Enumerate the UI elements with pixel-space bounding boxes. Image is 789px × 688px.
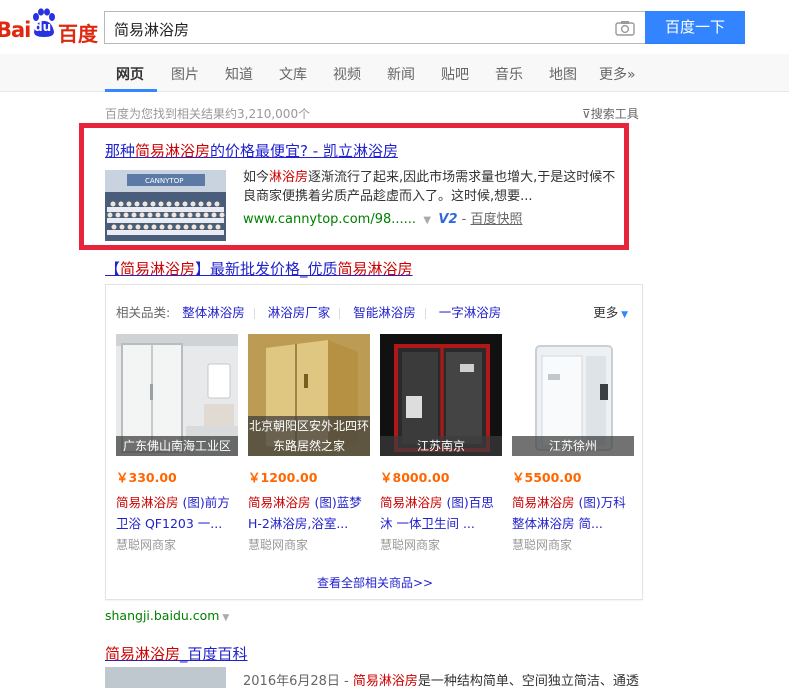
search-tools[interactable]: ⊽搜索工具 <box>582 105 639 122</box>
product-name-keyword: 简易淋浴房 <box>116 495 179 510</box>
product-name[interactable]: 简易淋浴房 (图)蓝梦H-2淋浴房,浴室... <box>248 492 370 534</box>
caret-down-icon: ▼ <box>618 310 628 320</box>
tab-news[interactable]: 新闻 <box>387 64 415 84</box>
tab-web[interactable]: 网页 <box>116 64 144 84</box>
more-label: 更多 <box>593 305 619 320</box>
result3-thumbnail[interactable] <box>105 667 226 688</box>
result2-url-line: shangji.baidu.com ▼ <box>105 608 229 623</box>
filter-icon: ⊽ <box>582 107 591 121</box>
nav-tabs: 网页 图片 知道 文库 视频 新闻 贴吧 音乐 地图 更多» <box>0 54 789 92</box>
tab-map[interactable]: 地图 <box>549 64 577 84</box>
title-text: _百度百科 <box>180 645 248 663</box>
product-shop: 慧聪网商家 <box>512 538 573 552</box>
dropdown-arrow-icon[interactable]: ▼ <box>219 613 229 623</box>
category-row: 相关品类: 整体淋浴房 淋浴房厂家 智能淋浴房 一字淋浴房 <box>116 302 501 321</box>
result1-thumbnail[interactable]: CANNYTOP <box>105 170 226 241</box>
v2-badge-icon[interactable]: V2 <box>438 212 457 227</box>
product-name[interactable]: 简易淋浴房 (图)前方卫浴 QF1203 一... <box>116 492 238 534</box>
product-item[interactable]: 北京朝阳区安外北四环东路居然之家 ￥1200.00 简易淋浴房 (图)蓝梦H-2… <box>248 334 370 553</box>
logo-chars: 百度 <box>58 22 98 46</box>
product-name[interactable]: 简易淋浴房 (图)万科整体淋浴房 简... <box>512 492 634 534</box>
result1-title[interactable]: 那种简易淋浴房的价格最便宜? - 凯立淋浴房 <box>105 140 398 161</box>
search-query[interactable]: 简易淋浴房 <box>114 19 189 40</box>
divider <box>339 308 341 319</box>
divider <box>424 308 426 319</box>
product-image[interactable]: 江苏南京 <box>380 334 502 456</box>
title-text: 】最新批发价格_优质 <box>195 260 338 278</box>
result-count: 百度为您找到相关结果约3,210,000个 <box>105 107 311 121</box>
title-text: 【 <box>105 260 121 278</box>
product-price: ￥5500.00 <box>512 470 582 485</box>
result1-url[interactable]: www.cannytop.com/98...... <box>243 212 416 227</box>
divider <box>253 308 255 319</box>
logo-du: du <box>34 20 52 34</box>
result3-date: 2016年6月28日 - <box>243 674 353 688</box>
tab-tieba[interactable]: 贴吧 <box>441 64 469 84</box>
result2-title[interactable]: 【简易淋浴房】最新批发价格_优质简易淋浴房 <box>105 258 413 279</box>
abstract-text: 如今 <box>243 170 270 185</box>
header: Bai du 百度 简易淋浴房 百度一下 <box>0 0 789 54</box>
product-shop: 慧聪网商家 <box>380 538 441 552</box>
category-link[interactable]: 智能淋浴房 <box>353 305 416 320</box>
product-image[interactable]: 广东佛山南海工业区 <box>116 334 238 456</box>
thumbnail-brand-text: CANNYTOP <box>145 177 183 185</box>
result3-abstract: 2016年6月28日 - 简易淋浴房是一种结构简单、空间独立简洁、通透 <box>243 670 639 688</box>
result1-abstract: 如今淋浴房逐渐流行了起来,因此市场需求量也增大,于是这时候不良商家便携着劣质产品… <box>243 168 628 206</box>
abstract-keyword: 淋浴房 <box>269 170 309 185</box>
tab-zhidao[interactable]: 知道 <box>225 64 253 84</box>
baidu-logo[interactable]: Bai du 百度 <box>0 6 98 46</box>
search-button[interactable]: 百度一下 <box>645 11 745 44</box>
abstract-text: 是一种结构简单、空间独立简洁、通透 <box>417 674 639 688</box>
camera-icon[interactable] <box>615 20 635 36</box>
product-location: 广东佛山南海工业区 <box>116 436 238 456</box>
tab-wenku[interactable]: 文库 <box>279 64 307 84</box>
tab-music[interactable]: 音乐 <box>495 64 523 84</box>
category-link[interactable]: 淋浴房厂家 <box>268 305 331 320</box>
snapshot-link[interactable]: 百度快照 <box>470 212 522 227</box>
group-photo-image: CANNYTOP <box>105 170 226 241</box>
product-price: ￥330.00 <box>116 470 177 485</box>
product-card: 相关品类: 整体淋浴房 淋浴房厂家 智能淋浴房 一字淋浴房 更多 ▼ 广东佛山南… <box>105 284 643 600</box>
title-text: 的价格最便宜? - 凯立淋浴房 <box>210 142 398 160</box>
tab-more[interactable]: 更多» <box>599 64 636 84</box>
product-shop: 慧聪网商家 <box>116 538 177 552</box>
category-link[interactable]: 一字淋浴房 <box>439 305 502 320</box>
tab-video[interactable]: 视频 <box>333 64 361 84</box>
more-categories-button[interactable]: 更多 ▼ <box>593 302 628 321</box>
category-label: 相关品类: <box>116 305 171 320</box>
title-keyword: 简易淋浴房 <box>105 645 181 663</box>
category-link[interactable]: 整体淋浴房 <box>182 305 245 320</box>
product-price: ￥1200.00 <box>248 470 318 485</box>
product-price: ￥8000.00 <box>380 470 450 485</box>
product-name-keyword: 简易淋浴房 <box>512 495 575 510</box>
result1-url-line: www.cannytop.com/98...... ▼ V2 - 百度快照 <box>243 208 522 227</box>
result2-url[interactable]: shangji.baidu.com <box>105 608 219 623</box>
product-item[interactable]: 江苏南京 ￥8000.00 简易淋浴房 (图)百思沐 一体卫生间 ... 慧聪网… <box>380 334 502 553</box>
abstract-keyword: 简易淋浴房 <box>352 674 418 688</box>
active-tab-indicator <box>105 89 157 92</box>
result3-title[interactable]: 简易淋浴房_百度百科 <box>105 643 248 664</box>
product-location: 江苏徐州 <box>512 436 634 456</box>
product-item[interactable]: 江苏徐州 ￥5500.00 简易淋浴房 (图)万科整体淋浴房 简... 慧聪网商… <box>512 334 634 553</box>
search-tools-label: 搜索工具 <box>590 107 639 121</box>
title-keyword: 简易淋浴房 <box>337 260 413 278</box>
product-item[interactable]: 广东佛山南海工业区 ￥330.00 简易淋浴房 (图)前方卫浴 QF1203 一… <box>116 334 238 553</box>
tab-images[interactable]: 图片 <box>171 64 199 84</box>
product-location: 北京朝阳区安外北四环东路居然之家 <box>248 416 370 456</box>
title-keyword: 简易淋浴房 <box>120 260 196 278</box>
see-all-products-link[interactable]: 查看全部相关商品>> <box>106 574 644 591</box>
product-shop: 慧聪网商家 <box>248 538 309 552</box>
dropdown-arrow-icon[interactable]: ▼ <box>420 215 434 226</box>
logo-bai: Bai <box>0 18 31 42</box>
title-keyword: 简易淋浴房 <box>135 142 211 160</box>
search-input[interactable]: 简易淋浴房 <box>104 11 645 44</box>
product-name-keyword: 简易淋浴房 <box>380 495 443 510</box>
product-image[interactable]: 江苏徐州 <box>512 334 634 456</box>
product-name[interactable]: 简易淋浴房 (图)百思沐 一体卫生间 ... <box>380 492 502 534</box>
product-image[interactable]: 北京朝阳区安外北四环东路居然之家 <box>248 334 370 456</box>
product-name-keyword: 简易淋浴房 <box>248 495 311 510</box>
title-text: 那种 <box>105 142 136 160</box>
product-location: 江苏南京 <box>380 436 502 456</box>
